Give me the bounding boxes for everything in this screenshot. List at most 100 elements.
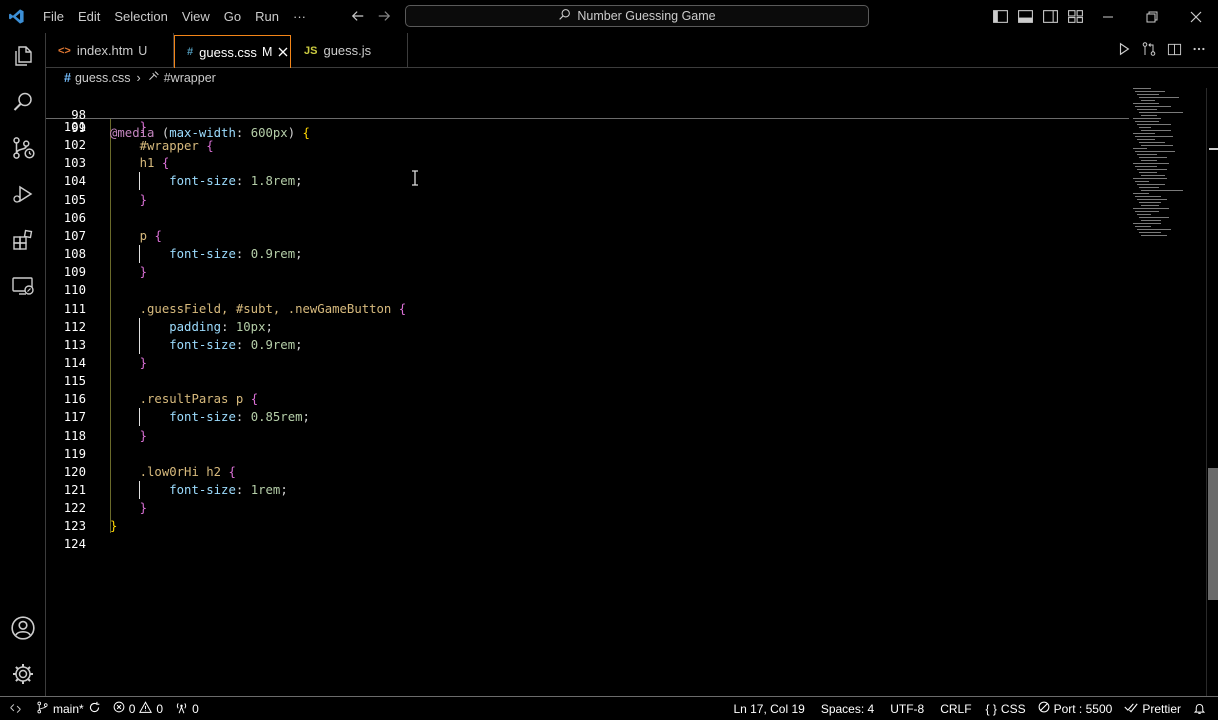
minimap-line bbox=[1133, 208, 1169, 209]
run-and-debug-icon[interactable] bbox=[0, 171, 46, 217]
vertical-scrollbar[interactable] bbox=[1206, 88, 1218, 696]
restore-icon[interactable] bbox=[1130, 0, 1174, 33]
indentation-status[interactable]: Spaces: 4 bbox=[813, 697, 882, 720]
split-editor-icon[interactable] bbox=[1167, 42, 1182, 60]
code-line[interactable]: 122 } bbox=[46, 499, 1129, 517]
extensions-icon[interactable] bbox=[0, 217, 46, 263]
command-center-search[interactable]: Number Guessing Game bbox=[405, 5, 869, 27]
git-branch-icon bbox=[36, 701, 49, 717]
tab-label: index.htm bbox=[76, 43, 134, 58]
minimap-line bbox=[1141, 160, 1157, 161]
code-line[interactable]: 115 bbox=[46, 372, 1129, 390]
code-line[interactable]: 103 h1 { bbox=[46, 154, 1129, 172]
minimap[interactable] bbox=[1129, 88, 1206, 248]
minimap-line bbox=[1135, 181, 1149, 182]
ports-status[interactable]: 0 bbox=[169, 697, 205, 720]
prettier-status[interactable]: Prettier bbox=[1118, 697, 1187, 720]
indent-guide bbox=[139, 317, 140, 336]
menu-edit[interactable]: Edit bbox=[71, 0, 107, 33]
minimap-line bbox=[1141, 235, 1167, 236]
problems-status[interactable]: 0 0 bbox=[107, 697, 169, 720]
back-arrow-icon[interactable] bbox=[350, 9, 366, 25]
branch-status[interactable]: main* bbox=[30, 697, 107, 720]
code-line[interactable]: 118 } bbox=[46, 427, 1129, 445]
code-line[interactable]: 121 font-size: 1rem; bbox=[46, 481, 1129, 499]
run-file-icon[interactable] bbox=[1117, 42, 1131, 59]
code-line[interactable]: 109 } bbox=[46, 263, 1129, 281]
text-cursor-icon bbox=[410, 170, 420, 186]
sync-icon[interactable] bbox=[88, 701, 101, 717]
minimap-line bbox=[1137, 199, 1167, 200]
code-line[interactable]: 123} bbox=[46, 517, 1129, 535]
menu-go[interactable]: Go bbox=[217, 0, 248, 33]
status-bar: main* 0 0 0 Ln 17, Col 19 Spaces: 4 UTF-… bbox=[0, 696, 1218, 720]
encoding-status[interactable]: UTF-8 bbox=[882, 697, 932, 720]
toggle-secondary-sidebar-icon[interactable] bbox=[1042, 8, 1059, 25]
search-view-icon[interactable] bbox=[0, 79, 46, 125]
toggle-panel-icon[interactable] bbox=[1017, 8, 1034, 25]
menu-run[interactable]: Run bbox=[248, 0, 286, 33]
notifications-bell-icon[interactable] bbox=[1187, 697, 1218, 720]
minimap-line bbox=[1135, 121, 1159, 122]
customize-layout-icon[interactable] bbox=[1067, 8, 1084, 25]
tab-guess-css[interactable]: # guess.css M bbox=[174, 35, 291, 68]
menu-selection[interactable]: Selection bbox=[107, 0, 174, 33]
code-line[interactable]: 116 .resultParas p { bbox=[46, 390, 1129, 408]
tab-label: guess.css bbox=[199, 44, 257, 60]
tab-guess-js[interactable]: JS guess.js bbox=[292, 33, 408, 68]
branch-name: main* bbox=[53, 701, 84, 716]
close-window-icon[interactable] bbox=[1174, 0, 1218, 33]
remote-indicator-icon[interactable] bbox=[0, 697, 30, 720]
code-line[interactable]: 114 } bbox=[46, 354, 1129, 372]
code-line[interactable]: 105 } bbox=[46, 191, 1129, 209]
line-code: } bbox=[139, 192, 148, 207]
braces-icon: { } bbox=[985, 701, 997, 716]
code-line[interactable]: 112 padding: 10px; bbox=[46, 317, 1129, 336]
command-center-label: Number Guessing Game bbox=[577, 9, 716, 23]
live-server-status[interactable]: Port : 5500 bbox=[1032, 697, 1119, 720]
toggle-primary-sidebar-icon[interactable] bbox=[992, 8, 1009, 25]
menu-view[interactable]: View bbox=[175, 0, 217, 33]
code-line[interactable]: 107 p { bbox=[46, 227, 1129, 245]
code-line[interactable]: 110 bbox=[46, 281, 1129, 299]
breadcrumb-file[interactable]: guess.css bbox=[75, 71, 131, 85]
scrollbar-thumb[interactable] bbox=[1208, 468, 1218, 600]
open-changes-icon[interactable] bbox=[1141, 41, 1157, 60]
breadcrumb-symbol[interactable]: #wrapper bbox=[164, 71, 216, 85]
menu-more[interactable]: ··· bbox=[286, 0, 313, 33]
eol-status[interactable]: CRLF bbox=[932, 697, 979, 720]
code-line[interactable]: 111 .guessField, #subt, .newGameButton { bbox=[46, 300, 1129, 318]
radio-tower-icon bbox=[175, 701, 188, 717]
code-line[interactable]: 117 font-size: 0.85rem; bbox=[46, 408, 1129, 427]
sticky-scroll[interactable]: 98 @media (max-width: 600px) { 99 #wrapp… bbox=[46, 88, 1129, 153]
more-actions-icon[interactable] bbox=[1192, 42, 1206, 59]
explorer-icon[interactable] bbox=[0, 33, 46, 79]
manage-gear-icon[interactable] bbox=[0, 651, 46, 697]
cursor-position[interactable]: Ln 17, Col 19 bbox=[725, 697, 812, 720]
accounts-icon[interactable] bbox=[0, 605, 46, 651]
tab-untracked-badge: U bbox=[138, 43, 148, 58]
line-number: 121 bbox=[63, 483, 86, 497]
code-line[interactable]: 124 bbox=[46, 535, 1129, 553]
line-code: .resultParas p { bbox=[139, 392, 259, 407]
language-mode[interactable]: { } CSS bbox=[980, 697, 1032, 720]
forward-arrow-icon[interactable] bbox=[376, 9, 392, 25]
source-control-icon[interactable] bbox=[0, 125, 46, 171]
code-line[interactable]: 120 .low0rHi h2 { bbox=[46, 463, 1129, 481]
code-editor[interactable]: 101 } 102 103 h1 {104 font-size: 1.8rem; 10… bbox=[46, 88, 1206, 696]
close-tab-icon[interactable] bbox=[278, 44, 288, 61]
code-line[interactable]: 119 bbox=[46, 445, 1129, 463]
remote-explorer-icon[interactable] bbox=[0, 263, 46, 309]
line-number: 106 bbox=[63, 210, 86, 225]
tab-index-htm[interactable]: <> index.htm U bbox=[46, 33, 174, 68]
code-line[interactable]: 108 font-size: 0.9rem; bbox=[46, 245, 1129, 264]
activity-bar bbox=[0, 33, 46, 696]
code-line[interactable]: 104 font-size: 1.8rem; bbox=[46, 172, 1129, 191]
minimize-icon[interactable] bbox=[1086, 0, 1130, 33]
menu-file[interactable]: File bbox=[36, 0, 71, 33]
code-line[interactable]: 113 font-size: 0.9rem; bbox=[46, 335, 1129, 354]
language-label: CSS bbox=[1000, 701, 1026, 716]
code-line[interactable]: 106 bbox=[46, 209, 1129, 227]
symbol-icon bbox=[147, 70, 160, 86]
minimap-line bbox=[1135, 166, 1157, 167]
